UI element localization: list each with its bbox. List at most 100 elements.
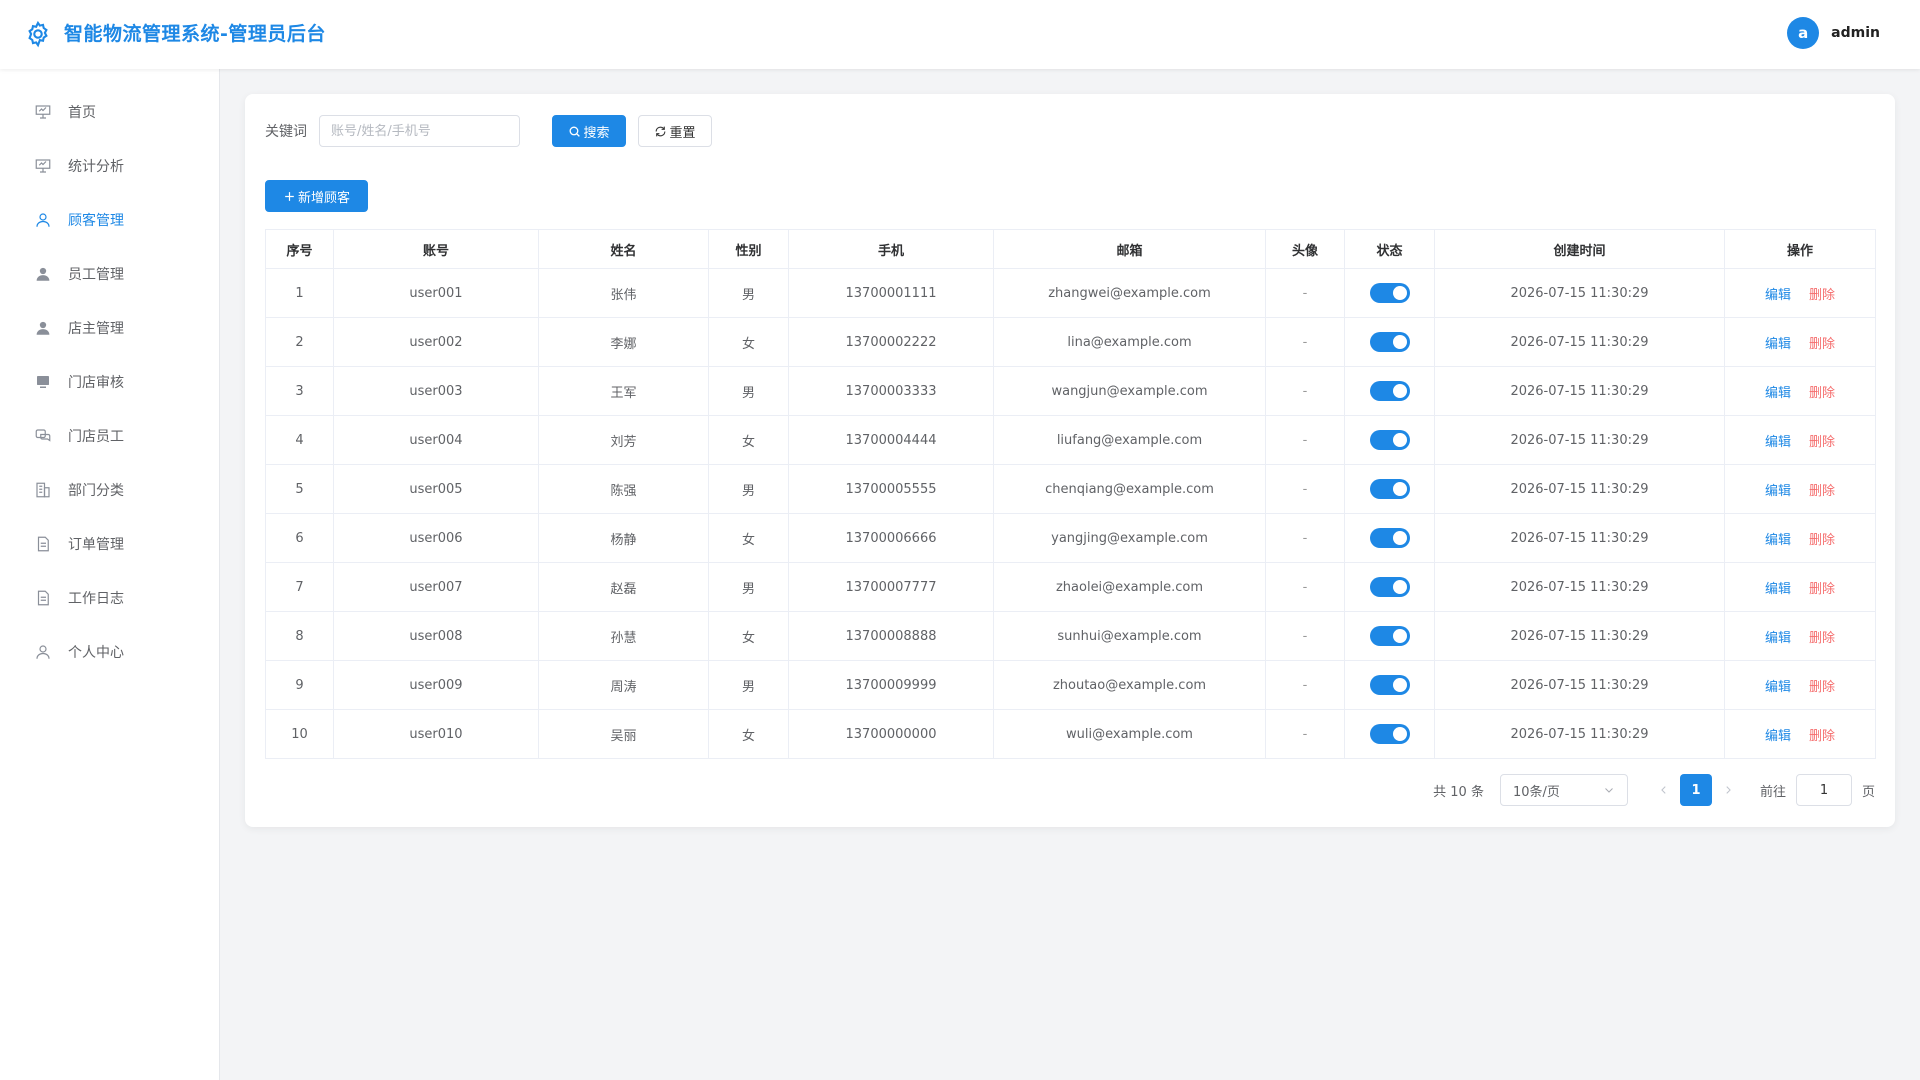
cell-account: user005 <box>333 464 539 514</box>
avatar[interactable]: a <box>1787 17 1820 49</box>
sidebar-item-store-review[interactable]: 门店审核 <box>0 355 219 409</box>
sidebar-item-owners[interactable]: 店主管理 <box>0 301 219 355</box>
edit-button[interactable]: 编辑 <box>1765 631 1791 646</box>
cell-phone: 13700000000 <box>788 709 994 759</box>
cell-account: user001 <box>333 268 539 318</box>
cell-gender: 女 <box>708 513 789 563</box>
delete-button[interactable]: 删除 <box>1809 729 1835 744</box>
next-page-button[interactable] <box>1716 774 1740 806</box>
status-toggle[interactable] <box>1369 724 1410 744</box>
user-outline-icon <box>34 211 52 229</box>
delete-button[interactable]: 删除 <box>1809 435 1835 450</box>
chevron-right-icon <box>1726 786 1731 794</box>
reset-button[interactable]: 重置 <box>638 115 712 147</box>
delete-button[interactable]: 删除 <box>1809 337 1835 352</box>
sidebar-item-home[interactable]: 首页 <box>0 85 219 139</box>
table-row: 7 user007 赵磊男 13700007777 zhaolei@example.co… <box>265 562 1876 612</box>
cell-created: 2026-07-15 11:30:29 <box>1434 611 1725 661</box>
status-toggle[interactable] <box>1369 528 1410 548</box>
delete-button[interactable]: 删除 <box>1809 386 1835 401</box>
sidebar-item-label: 首页 <box>68 105 96 121</box>
column-header: 邮箱 <box>993 229 1266 269</box>
sidebar-item-orders[interactable]: 订单管理 <box>0 517 219 571</box>
cell-avatar: - <box>1265 464 1345 514</box>
sidebar-item-profile[interactable]: 个人中心 <box>0 625 219 679</box>
edit-button[interactable]: 编辑 <box>1765 729 1791 744</box>
cell-account: user010 <box>333 709 539 759</box>
toggle-knob <box>1392 286 1407 300</box>
sidebar-item-label: 部门分类 <box>68 483 124 499</box>
status-toggle[interactable] <box>1369 577 1410 597</box>
table-row: 5 user005 陈强男 13700005555 chenqiang@example.… <box>265 464 1876 514</box>
user-menu[interactable]: a admin <box>1787 17 1880 49</box>
delete-button[interactable]: 删除 <box>1809 484 1835 499</box>
cell-index: 3 <box>265 366 334 416</box>
edit-button[interactable]: 编辑 <box>1765 337 1791 352</box>
cell-status <box>1344 709 1435 759</box>
search-button[interactable]: 搜索 <box>552 115 626 147</box>
sidebar-item-label: 员工管理 <box>68 267 124 283</box>
table-body: 1 user001 张伟男 13700001111 zhangwei@example.c… <box>265 268 1876 759</box>
status-toggle[interactable] <box>1369 332 1410 352</box>
edit-button[interactable]: 编辑 <box>1765 484 1791 499</box>
edit-button[interactable]: 编辑 <box>1765 533 1791 548</box>
cell-email: zhaolei@example.com <box>993 562 1266 612</box>
search-bar: 关键词 搜索 重置 <box>265 115 712 147</box>
chevron-down-icon <box>1605 788 1613 793</box>
page-number-button[interactable]: 1 <box>1679 774 1712 806</box>
delete-button[interactable]: 删除 <box>1809 631 1835 646</box>
edit-button[interactable]: 编辑 <box>1765 288 1791 303</box>
add-customer-button[interactable]: 新增顾客 <box>265 180 368 212</box>
gear-icon[interactable] <box>24 20 52 48</box>
sidebar-item-employees[interactable]: 员工管理 <box>0 247 219 301</box>
cell-name: 吴丽 <box>538 709 709 759</box>
delete-button[interactable]: 删除 <box>1809 680 1835 695</box>
sidebar-item-store-staff[interactable]: 门店员工 <box>0 409 219 463</box>
search-input[interactable] <box>319 115 520 147</box>
column-header: 姓名 <box>538 229 709 269</box>
keyword-label: 关键词 <box>265 124 307 140</box>
status-toggle[interactable] <box>1369 283 1410 303</box>
status-toggle[interactable] <box>1369 479 1410 499</box>
delete-button[interactable]: 删除 <box>1809 288 1835 303</box>
cell-status <box>1344 415 1435 465</box>
refresh-icon <box>656 126 666 136</box>
cell-index: 6 <box>265 513 334 563</box>
edit-button[interactable]: 编辑 <box>1765 680 1791 695</box>
sidebar-item-statistics[interactable]: 统计分析 <box>0 139 219 193</box>
document-icon <box>34 589 52 607</box>
edit-button[interactable]: 编辑 <box>1765 582 1791 597</box>
edit-button[interactable]: 编辑 <box>1765 435 1791 450</box>
status-toggle[interactable] <box>1369 381 1410 401</box>
cell-gender: 女 <box>708 611 789 661</box>
delete-button[interactable]: 删除 <box>1809 582 1835 597</box>
status-toggle[interactable] <box>1369 430 1410 450</box>
user-name[interactable]: admin <box>1831 25 1880 41</box>
sidebar-item-work-log[interactable]: 工作日志 <box>0 571 219 625</box>
sidebar-item-customers[interactable]: 顾客管理 <box>0 193 219 247</box>
status-toggle[interactable] <box>1369 626 1410 646</box>
cell-actions: 编辑 删除 <box>1724 660 1876 710</box>
prev-page-button[interactable] <box>1652 774 1676 806</box>
goto-page-input[interactable] <box>1795 774 1852 806</box>
cell-actions: 编辑 删除 <box>1724 562 1876 612</box>
top-header: 智能物流管理系统-管理员后台 a admin <box>0 0 1920 69</box>
sidebar-item-label: 店主管理 <box>68 321 124 337</box>
sidebar-item-label: 顾客管理 <box>68 213 124 229</box>
page-size-select[interactable]: 10条/页 <box>1499 774 1628 806</box>
cell-actions: 编辑 删除 <box>1724 611 1876 661</box>
sidebar-item-departments[interactable]: 部门分类 <box>0 463 219 517</box>
cell-email: lina@example.com <box>993 317 1266 367</box>
cell-avatar: - <box>1265 709 1345 759</box>
cell-email: sunhui@example.com <box>993 611 1266 661</box>
column-header: 序号 <box>265 229 334 269</box>
edit-button[interactable]: 编辑 <box>1765 386 1791 401</box>
cell-phone: 13700003333 <box>788 366 994 416</box>
pagination: 共 10 条 10条/页 1 前往 页 <box>1433 774 1875 806</box>
cell-index: 7 <box>265 562 334 612</box>
status-toggle[interactable] <box>1369 675 1410 695</box>
page-suffix: 页 <box>1861 784 1875 800</box>
delete-button[interactable]: 删除 <box>1809 533 1835 548</box>
cell-email: chenqiang@example.com <box>993 464 1266 514</box>
sidebar-item-label: 门店员工 <box>68 429 124 445</box>
